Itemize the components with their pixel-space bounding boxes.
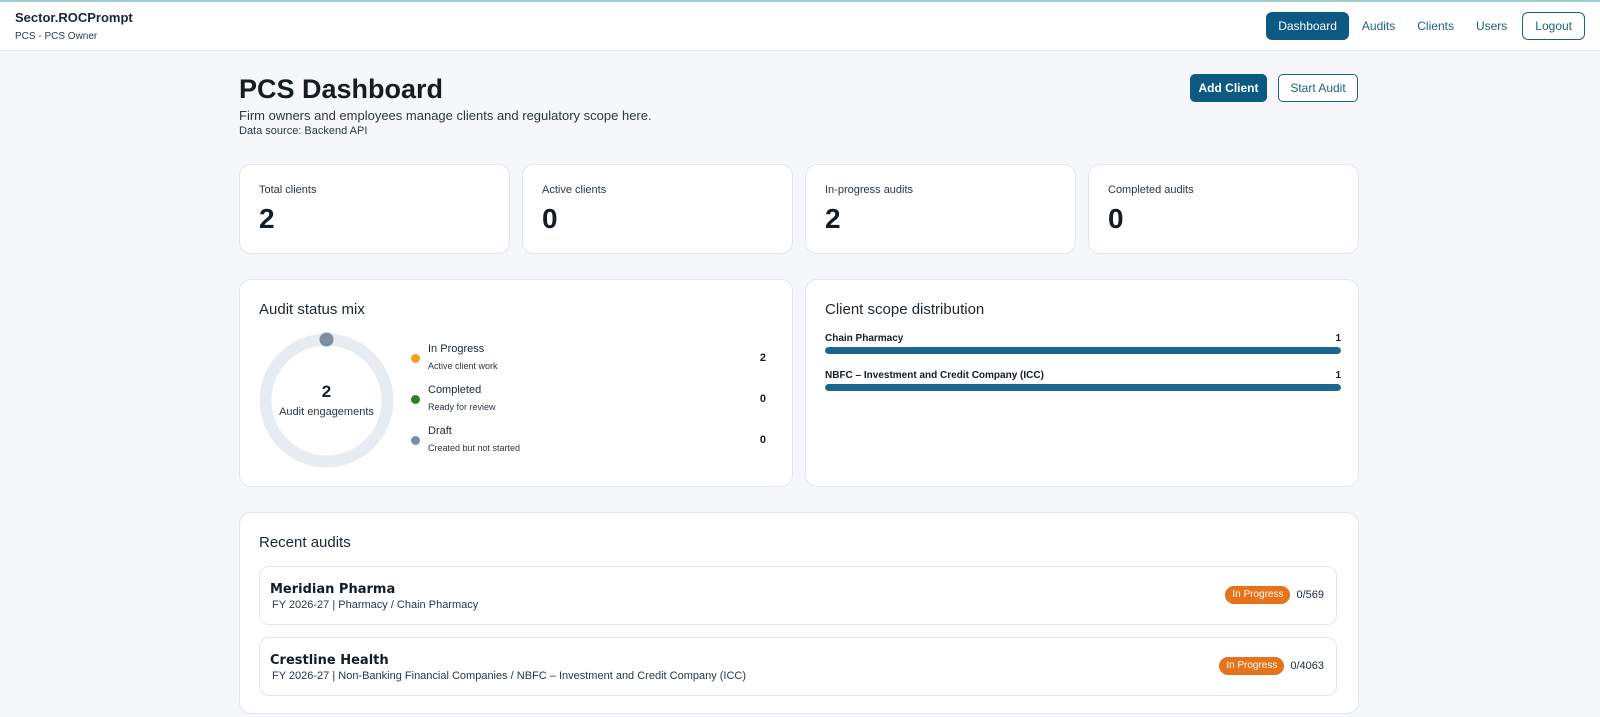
nav-audits[interactable]: Audits bbox=[1351, 12, 1406, 40]
card-title: Audit status mix bbox=[259, 301, 365, 318]
nav-dashboard[interactable]: Dashboard bbox=[1266, 12, 1349, 40]
logout-button[interactable]: Logout bbox=[1522, 12, 1585, 40]
audit-client-name[interactable]: Meridian Pharma bbox=[270, 582, 395, 597]
audit-status-group: In Progress 0/569 bbox=[1225, 586, 1324, 604]
donut-marker bbox=[319, 332, 334, 347]
user-role: PCS - PCS Owner bbox=[15, 31, 98, 42]
scope-name: NBFC – Investment and Credit Company (IC… bbox=[825, 370, 1044, 381]
page-title: PCS Dashboard bbox=[239, 74, 444, 104]
stat-label: Total clients bbox=[259, 184, 317, 196]
legend-name: In Progress bbox=[428, 343, 485, 355]
scope-bar-track bbox=[825, 384, 1341, 391]
page-subtitle: Firm owners and employees manage clients… bbox=[239, 108, 652, 123]
legend-name: Draft bbox=[428, 425, 452, 437]
legend-desc: Created but not started bbox=[428, 443, 521, 453]
audit-row[interactable]: Crestline Health FY 2026-27 | Non-Bankin… bbox=[259, 637, 1337, 696]
stat-value: 2 bbox=[825, 203, 841, 234]
card-title: Client scope distribution bbox=[825, 301, 985, 318]
card-title: Recent audits bbox=[259, 534, 351, 551]
start-audit-button[interactable]: Start Audit bbox=[1278, 74, 1358, 102]
stat-card-in-progress-audits: In-progress audits 2 bbox=[805, 164, 1076, 254]
status-dot bbox=[411, 354, 420, 363]
legend-desc: Ready for review bbox=[428, 402, 496, 412]
audit-status-group: In Progress 0/4063 bbox=[1219, 657, 1324, 675]
stat-label: Active clients bbox=[542, 184, 607, 196]
stat-value: 0 bbox=[1108, 203, 1124, 234]
stat-label: In-progress audits bbox=[825, 184, 914, 196]
audit-client-name[interactable]: Crestline Health bbox=[270, 653, 389, 668]
audit-progress: 0/569 bbox=[1296, 589, 1324, 601]
legend-completed: Completed Ready for review 0 bbox=[411, 384, 766, 418]
legend-count: 0 bbox=[759, 393, 766, 405]
add-client-button[interactable]: Add Client bbox=[1190, 74, 1267, 102]
recent-audits-card: Recent audits Meridian Pharma FY 2026-27… bbox=[239, 512, 1359, 714]
donut-total: 2 bbox=[321, 382, 332, 401]
audit-meta: FY 2026-27 | Pharmacy / Chain Pharmacy bbox=[272, 599, 479, 611]
legend-name: Completed bbox=[428, 384, 482, 396]
legend-count: 2 bbox=[759, 352, 766, 364]
scope-count: 1 bbox=[1335, 370, 1341, 381]
top-bar: Sector.ROCPrompt PCS - PCS Owner Dashboa… bbox=[0, 0, 1600, 51]
data-source: Data source: Backend API bbox=[239, 125, 368, 137]
status-badge: In Progress bbox=[1219, 657, 1285, 675]
stat-card-active-clients: Active clients 0 bbox=[522, 164, 793, 254]
scope-bar-fill bbox=[825, 347, 1341, 354]
nav-users[interactable]: Users bbox=[1465, 12, 1518, 40]
app-name: Sector.ROCPrompt bbox=[15, 10, 133, 25]
brand[interactable]: Sector.ROCPrompt PCS - PCS Owner bbox=[15, 10, 133, 42]
stat-card-completed-audits: Completed audits 0 bbox=[1088, 164, 1359, 254]
main-nav: Dashboard Audits Clients Users Logout bbox=[1266, 12, 1585, 40]
client-scope-card: Client scope distribution Chain Pharmacy… bbox=[805, 279, 1359, 487]
scope-bar-fill bbox=[825, 384, 1341, 391]
legend-draft: Draft Created but not started 0 bbox=[411, 425, 766, 459]
stat-value: 0 bbox=[542, 203, 558, 234]
stat-card-total-clients: Total clients 2 bbox=[239, 164, 510, 254]
donut-total-label: Audit engagements bbox=[279, 406, 374, 418]
scope-row-nbfc-icc: NBFC – Investment and Credit Company (IC… bbox=[825, 370, 1341, 400]
scope-row-chain-pharmacy: Chain Pharmacy 1 bbox=[825, 333, 1341, 363]
legend-desc: Active client work bbox=[428, 361, 498, 371]
status-badge: In Progress bbox=[1225, 586, 1291, 604]
stat-label: Completed audits bbox=[1108, 184, 1194, 196]
legend-in-progress: In Progress Active client work 2 bbox=[411, 343, 766, 377]
scope-name: Chain Pharmacy bbox=[825, 333, 904, 344]
audit-progress: 0/4063 bbox=[1290, 660, 1324, 672]
audit-row[interactable]: Meridian Pharma FY 2026-27 | Pharmacy / … bbox=[259, 566, 1337, 625]
donut-center: 2 Audit engagements bbox=[258, 382, 395, 418]
audit-status-mix-card: Audit status mix 2 Audit engagements In … bbox=[239, 279, 793, 487]
nav-clients[interactable]: Clients bbox=[1406, 12, 1465, 40]
status-dot bbox=[411, 395, 420, 404]
legend-count: 0 bbox=[759, 434, 766, 446]
audit-meta: FY 2026-27 | Non-Banking Financial Compa… bbox=[272, 670, 747, 682]
scope-bar-track bbox=[825, 347, 1341, 354]
status-dot bbox=[411, 436, 420, 445]
scope-count: 1 bbox=[1335, 333, 1341, 344]
stat-value: 2 bbox=[259, 203, 275, 234]
